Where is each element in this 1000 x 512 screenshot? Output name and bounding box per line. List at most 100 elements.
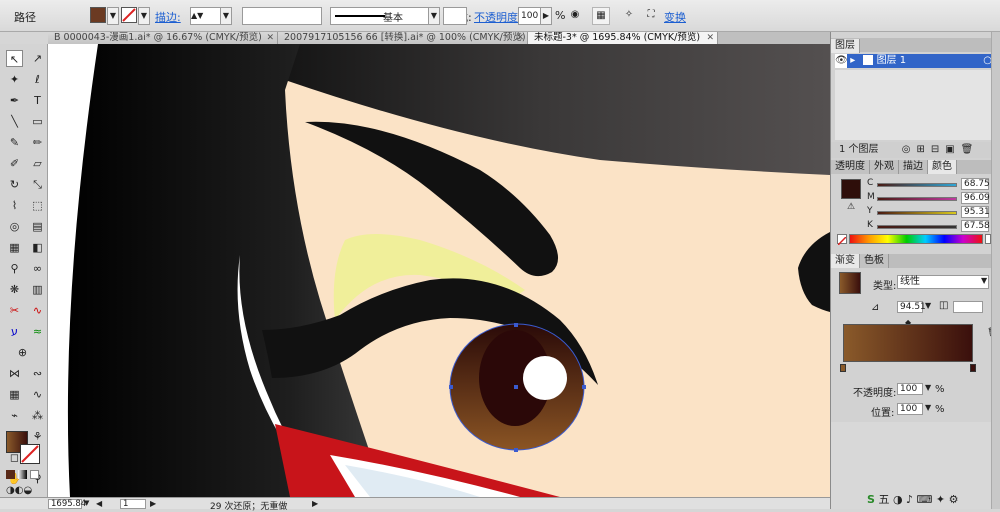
tab-appearance[interactable]: 外观 <box>870 160 899 174</box>
fill-dropdown[interactable]: ▼ <box>107 7 119 25</box>
location-dropdown-icon[interactable]: ▼ <box>925 403 931 412</box>
ime-icons[interactable]: ◑ ♪ ⌨ ✦ ⚙ <box>893 493 959 506</box>
wave-tool-icon[interactable]: ∿ <box>29 386 46 403</box>
channel-value-input[interactable]: 95.31 <box>961 206 990 218</box>
stroke-color-box[interactable] <box>20 444 40 464</box>
artwork-canvas[interactable] <box>48 44 830 497</box>
layer-action-icons[interactable]: ◎⊞⊟▣🗑 <box>902 144 980 155</box>
gradient-mode-icon[interactable] <box>18 470 27 479</box>
transform-icon[interactable]: ⛶ <box>642 7 660 25</box>
channel-value-input[interactable]: 68.75 <box>961 178 990 190</box>
eraser-path-tool-icon[interactable]: ע <box>6 323 23 340</box>
close-icon[interactable]: ✕ <box>266 32 274 44</box>
crystallize-tool-icon[interactable]: ⁂ <box>29 407 46 424</box>
gradient-tool-icon[interactable]: ◧ <box>29 239 46 256</box>
out-of-gamut-icon[interactable]: ⚠ <box>847 202 855 212</box>
stroke-swatch[interactable] <box>121 7 137 23</box>
width-tool-icon[interactable]: ⋈ <box>6 365 23 382</box>
channel-value-input[interactable]: 96.09 <box>961 192 990 204</box>
tab-gradient[interactable]: 渐变 <box>831 254 860 268</box>
expand-icon[interactable]: ▸ <box>850 54 860 68</box>
isolate-icon[interactable]: ✧ <box>620 7 638 25</box>
stroke-dropdown[interactable]: ▼ <box>138 7 150 25</box>
current-color-swatch[interactable] <box>841 179 861 199</box>
paintbrush-tool-icon[interactable]: ✎ <box>6 134 23 151</box>
shape-builder-tool-icon[interactable]: ◎ <box>6 218 23 235</box>
crosshair-tool-icon[interactable]: ⊕ <box>14 344 31 361</box>
transform-link[interactable]: 变换 <box>664 9 686 25</box>
eraser-tool-icon[interactable]: ▱ <box>29 155 46 172</box>
free-transform-tool-icon[interactable]: ⬚ <box>29 197 46 214</box>
tab-swatches[interactable]: 色板 <box>860 254 889 268</box>
blob-brush-tool-icon[interactable]: ✐ <box>6 155 23 172</box>
symbol-sprayer-tool-icon[interactable]: ❋ <box>6 281 23 298</box>
gradient-stop-end[interactable] <box>970 364 976 372</box>
gradient-type-select[interactable]: 线性 <box>897 275 989 289</box>
opacity-dropdown-icon[interactable]: ▼ <box>925 383 931 392</box>
scale-tool-icon[interactable]: ⤡ <box>29 176 46 193</box>
color-spectrum[interactable] <box>849 234 983 244</box>
pen-tool-icon[interactable]: ✒ <box>6 92 23 109</box>
selection-tool-icon[interactable]: ↖ <box>6 50 23 67</box>
zoom-field[interactable]: 1695.84 <box>48 499 86 509</box>
channel-value-input[interactable]: 67.58 <box>961 220 990 232</box>
stop-opacity-input[interactable]: 100 <box>897 383 923 395</box>
close-icon[interactable]: ✕ <box>516 32 524 44</box>
brush-dropdown[interactable]: ▼ <box>428 7 440 25</box>
tab-document-2[interactable]: 2007917105156 66 [转换].ai* @ 100% (CMYK/预… <box>278 32 528 44</box>
lasso-tool-icon[interactable]: ℓ <box>29 71 46 88</box>
tab-transparency[interactable]: 透明度 <box>831 160 870 174</box>
tab-stroke[interactable]: 描边 <box>899 160 928 174</box>
rotate-tool-icon[interactable]: ↻ <box>6 176 23 193</box>
stop-location-input[interactable]: 100 <box>897 403 923 415</box>
opacity-link[interactable]: 不透明度: <box>474 9 522 25</box>
next-artboard-icon[interactable]: ▶ <box>150 499 156 508</box>
color-mode-icon[interactable] <box>6 470 15 479</box>
pencil-tool-icon[interactable]: ✏ <box>29 134 46 151</box>
fill-swatch[interactable] <box>90 7 106 23</box>
blend-tool-icon[interactable]: ∞ <box>29 260 46 277</box>
prev-artboard-icon[interactable]: ◀ <box>96 499 102 508</box>
ime-toolbar[interactable]: S 五 ◑ ♪ ⌨ ✦ ⚙ <box>867 492 997 508</box>
gradient-stop-start[interactable] <box>840 364 846 372</box>
none-color-icon[interactable] <box>837 234 847 246</box>
warp-tool-icon[interactable]: ⌇ <box>6 197 23 214</box>
graph-tool-icon[interactable]: ▦ <box>6 386 23 403</box>
status-menu-icon[interactable]: ▶ <box>312 499 318 508</box>
rectangle-tool-icon[interactable]: ▭ <box>29 113 46 130</box>
type-tool-icon[interactable]: T <box>29 92 46 109</box>
live-paint-select-icon[interactable]: ⚘ <box>29 428 46 445</box>
gradient-ramp[interactable] <box>843 324 973 362</box>
column-graph-tool-icon[interactable]: ▥ <box>29 281 46 298</box>
slice-tool-icon[interactable]: ∿ <box>29 302 46 319</box>
channel-slider[interactable] <box>877 225 957 229</box>
chevron-down-icon[interactable]: ▼ <box>981 276 987 285</box>
variable-width-profile[interactable] <box>242 7 322 25</box>
style-swatch[interactable] <box>443 7 467 25</box>
eye-icon[interactable]: 👁 <box>835 54 848 68</box>
tab-layers[interactable]: 图层 <box>831 39 860 53</box>
angle-dropdown-icon[interactable]: ▼ <box>925 301 931 310</box>
gradient-preview-swatch[interactable] <box>839 272 861 294</box>
line-tool-icon[interactable]: ╲ <box>6 113 23 130</box>
channel-slider[interactable] <box>877 183 957 187</box>
twirl-tool-icon[interactable]: ⌁ <box>6 407 23 424</box>
eyedropper-tool-icon[interactable]: ⚲ <box>6 260 23 277</box>
perspective-grid-tool-icon[interactable]: ▤ <box>29 218 46 235</box>
direct-selection-tool-icon[interactable]: ↗ <box>29 50 46 67</box>
tab-document-1[interactable]: B 0000043-漫画1.ai* @ 16.67% (CMYK/预览) ✕ <box>48 32 278 44</box>
stroke-weight-dropdown[interactable]: ▼ <box>220 7 232 25</box>
tab-color[interactable]: 颜色 <box>928 160 957 174</box>
warp-mesh-tool-icon[interactable]: ∾ <box>29 365 46 382</box>
aspect-input[interactable] <box>953 301 983 313</box>
panel-scrollbar[interactable] <box>991 32 1000 509</box>
opacity-dropdown[interactable]: ▶ <box>540 7 552 25</box>
scissors-tool-icon[interactable]: ≈ <box>29 323 46 340</box>
channel-slider[interactable] <box>877 211 957 215</box>
none-mode-icon[interactable] <box>30 470 39 479</box>
stroke-panel-link[interactable]: 描边: <box>155 9 181 25</box>
draw-mode-icon[interactable]: ◑◐◒ <box>6 485 32 496</box>
close-icon[interactable]: ✕ <box>706 32 714 44</box>
magic-wand-tool-icon[interactable]: ✦ <box>6 71 23 88</box>
channel-slider[interactable] <box>877 197 957 201</box>
